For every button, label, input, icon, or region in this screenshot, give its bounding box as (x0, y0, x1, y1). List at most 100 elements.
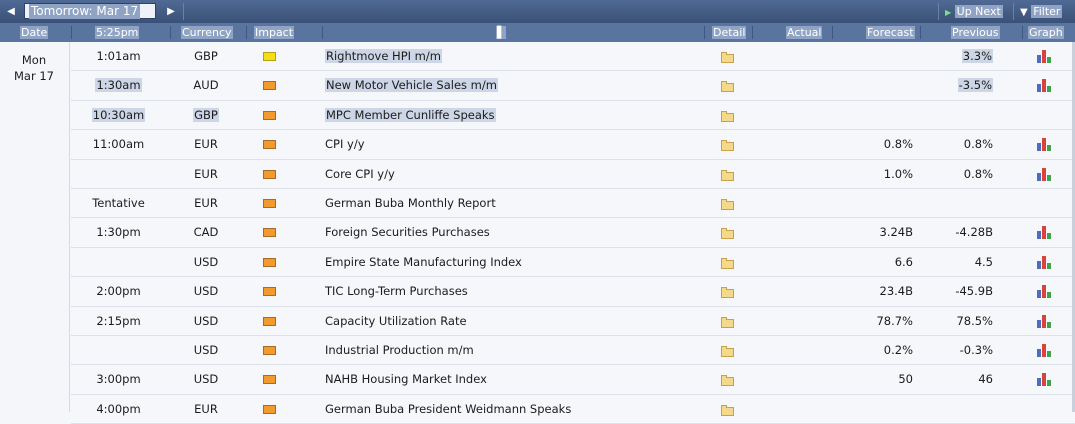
detail-folder-icon[interactable] (721, 404, 734, 416)
graph-icon[interactable] (1037, 285, 1052, 299)
table-row[interactable]: USD Industrial Production m/m 0.2% -0.3% (71, 335, 1075, 366)
event-forecast: 50 (898, 372, 913, 387)
event-title[interactable]: Rightmove HPI m/m (325, 42, 442, 70)
event-title[interactable]: TIC Long-Term Purchases (325, 277, 468, 305)
detail-folder-icon[interactable] (721, 169, 734, 181)
impact-folder-icon (263, 81, 276, 91)
table-row[interactable]: Tentative EUR German Buba Monthly Report (71, 188, 1075, 219)
period-label: Tomorrow: Mar 17 (29, 4, 141, 19)
table-row[interactable]: 1:30am AUD New Motor Vehicle Sales m/m -3.5… (71, 71, 1075, 101)
detail-folder-icon[interactable] (721, 228, 734, 240)
toolbar-divider (1013, 3, 1014, 20)
detail-folder-icon[interactable] (721, 52, 734, 63)
event-title[interactable]: Foreign Securities Purchases (325, 218, 490, 246)
graph-icon[interactable] (1037, 343, 1052, 357)
event-previous: -3.5% (957, 78, 993, 93)
col-currency[interactable]: Currency (181, 25, 233, 40)
day-weekday: Mon (21, 53, 47, 67)
funnel-icon: ▼ (1020, 7, 1028, 18)
event-title[interactable]: Industrial Production m/m (325, 336, 474, 364)
event-currency: EUR (194, 401, 218, 416)
graph-icon[interactable] (1037, 138, 1052, 152)
event-title[interactable]: Core CPI y/y (325, 160, 395, 188)
event-time: 1:01am (96, 49, 141, 63)
col-date[interactable]: Date (20, 25, 49, 40)
col-forecast[interactable]: Forecast (866, 25, 915, 40)
event-time: 11:00am (92, 137, 145, 152)
event-time: 10:30am (91, 107, 146, 122)
detail-folder-icon[interactable] (721, 287, 734, 299)
period-selector[interactable]: Tomorrow: Mar 17 (24, 3, 156, 19)
event-forecast: 1.0% (883, 166, 913, 181)
event-forecast: 3.24B (879, 225, 914, 240)
graph-icon[interactable] (1037, 314, 1052, 328)
impact-folder-icon (263, 110, 276, 120)
table-row[interactable]: 11:00am EUR CPI y/y 0.8% 0.8% (71, 130, 1075, 160)
detail-folder-icon[interactable] (721, 140, 734, 152)
impact-folder-icon (263, 404, 276, 414)
event-currency: USD (193, 254, 219, 269)
table-row[interactable]: 2:15pm USD Capacity Utilization Rate 78.7% 7… (71, 306, 1075, 336)
col-actual[interactable]: Actual (786, 25, 823, 40)
day-date: Mar 17 (14, 69, 54, 83)
event-title[interactable]: CPI y/y (325, 130, 365, 158)
table-row[interactable]: USD Empire State Manufacturing Index 6.6 4.… (71, 247, 1075, 278)
event-title[interactable]: MPC Member Cunliffe Speaks (325, 101, 496, 129)
event-currency: USD (193, 342, 219, 357)
event-table: 1:01am GBP Rightmove HPI m/m 3.3% 1:30am AUD N… (71, 42, 1075, 424)
col-graph[interactable]: Graph (1028, 25, 1064, 40)
detail-folder-icon[interactable] (721, 198, 734, 210)
graph-icon[interactable] (1037, 50, 1052, 63)
toolbar-divider (938, 3, 939, 20)
impact-folder-icon (263, 228, 276, 238)
event-title[interactable]: Empire State Manufacturing Index (325, 248, 522, 276)
event-forecast: 0.2% (883, 342, 913, 357)
up-next-button[interactable]: ▶ Up Next (945, 3, 1003, 20)
col-impact[interactable]: Impact (254, 25, 295, 40)
graph-icon[interactable] (1037, 255, 1052, 269)
event-time: 4:00pm (96, 401, 141, 416)
event-title[interactable]: German Buba President Weidmann Speaks (325, 395, 571, 423)
event-title[interactable]: Capacity Utilization Rate (325, 307, 467, 335)
event-currency: CAD (193, 225, 219, 240)
graph-icon[interactable] (1037, 167, 1052, 181)
event-title[interactable]: New Motor Vehicle Sales m/m (325, 71, 498, 99)
event-currency: EUR (194, 166, 218, 181)
event-title[interactable]: NAHB Housing Market Index (325, 365, 487, 393)
event-title[interactable]: German Buba Monthly Report (325, 189, 496, 217)
calendar-toolbar: ◀ Tomorrow: Mar 17 ▶ ▶ Up Next ▼ Filter (0, 0, 1075, 23)
event-time: 1:30am (95, 78, 142, 93)
col-previous[interactable]: Previous (951, 25, 1000, 40)
table-row[interactable]: 10:30am GBP MPC Member Cunliffe Speaks (71, 100, 1075, 131)
graph-icon[interactable] (1037, 226, 1052, 240)
event-previous: 0.8% (963, 137, 993, 152)
event-previous: 3.3% (961, 49, 993, 63)
table-row[interactable]: 1:30pm CAD Foreign Securities Purchases 3.2… (71, 218, 1075, 248)
prev-period-button[interactable]: ◀ (2, 2, 20, 21)
graph-icon[interactable] (1037, 79, 1052, 93)
impact-folder-icon (263, 198, 276, 208)
next-period-button[interactable]: ▶ (162, 2, 180, 21)
detail-folder-icon[interactable] (721, 316, 734, 328)
detail-folder-icon[interactable] (721, 375, 734, 387)
col-event[interactable]: ▌ (496, 25, 507, 40)
table-row[interactable]: 2:00pm USD TIC Long-Term Purchases 23.4B -45… (71, 277, 1075, 307)
detail-folder-icon[interactable] (721, 110, 734, 122)
graph-icon[interactable] (1037, 373, 1052, 387)
event-time: 1:30pm (96, 225, 141, 240)
detail-folder-icon[interactable] (721, 81, 734, 93)
table-row[interactable]: 4:00pm EUR German Buba President Weidmann … (71, 394, 1075, 424)
col-detail[interactable]: Detail (712, 25, 747, 40)
detail-folder-icon[interactable] (721, 345, 734, 357)
col-time[interactable]: 5:25pm (95, 25, 140, 40)
table-row[interactable]: EUR Core CPI y/y 1.0% 0.8% (71, 159, 1075, 189)
event-previous: 4.5 (974, 254, 993, 269)
impact-folder-icon (263, 257, 276, 267)
table-row[interactable]: 3:00pm USD NAHB Housing Market Index 50 46 (71, 365, 1075, 395)
detail-folder-icon[interactable] (721, 257, 734, 269)
table-row[interactable]: 1:01am GBP Rightmove HPI m/m 3.3% (71, 42, 1075, 72)
event-currency: USD (193, 284, 219, 299)
header-divider (71, 26, 72, 39)
impact-folder-icon (263, 169, 276, 179)
filter-button[interactable]: ▼ Filter (1020, 3, 1063, 20)
